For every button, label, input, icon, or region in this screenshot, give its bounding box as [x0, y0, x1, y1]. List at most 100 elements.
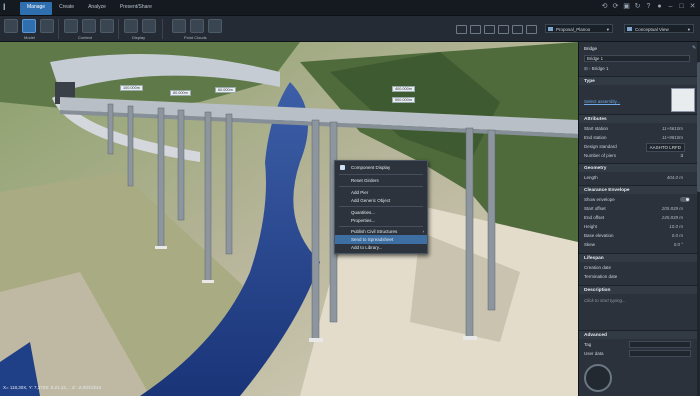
station-label: 400.000m	[392, 86, 415, 92]
attr-row-end-station: End station 11+9810m	[579, 133, 697, 142]
model-group-label: Model	[24, 35, 35, 40]
select-assembly-link-text[interactable]: Select assembly...	[584, 99, 620, 104]
tag-input[interactable]	[629, 341, 691, 348]
snapshot-icon[interactable]	[498, 25, 509, 34]
user-data-input[interactable]	[629, 350, 691, 357]
attr-row-start-station: Start station 11+5610m	[579, 124, 697, 133]
lifespan-row-termination-date: Termination date	[579, 272, 697, 281]
attr-value[interactable]: 205.839 m	[662, 204, 683, 213]
station-label: 500.000m	[392, 97, 415, 103]
point-cloud-settings-icon[interactable]	[190, 19, 204, 33]
number-of-piers-value[interactable]: 3	[680, 151, 683, 160]
minimize-icon[interactable]: –	[667, 3, 674, 10]
section-advanced-header[interactable]: Advanced	[579, 330, 697, 339]
attr-label: Tag	[584, 342, 592, 347]
model-select-icon[interactable]	[22, 19, 36, 33]
menu-item-add-to-library[interactable]: Add to Library...	[335, 243, 427, 252]
chevron-down-icon: ▾	[606, 27, 609, 32]
section-clearance-header[interactable]: Clearance Envelope	[579, 185, 697, 194]
save-icon[interactable]: ▣	[623, 3, 630, 10]
point-cloud-clip-icon[interactable]	[208, 19, 222, 33]
user-icon[interactable]: ●	[656, 3, 663, 10]
navigation-compass-icon[interactable]	[584, 364, 612, 392]
station-label: 60.000m	[215, 87, 236, 93]
advanced-row-user-data: User data	[579, 349, 697, 358]
menu-item-reset-girders[interactable]: Reset Girders	[335, 176, 427, 185]
checkbox-checked-icon	[340, 165, 345, 170]
proposal-icon	[548, 27, 553, 31]
attr-row-number-of-piers: Number of piers 3	[579, 151, 697, 160]
close-icon[interactable]: ✕	[689, 3, 696, 10]
measure-icon[interactable]	[456, 25, 467, 34]
station-label: 80.000m	[170, 90, 191, 96]
tab-present-share[interactable]: Present/Share	[113, 2, 159, 15]
attr-value[interactable]: 404.0 m	[667, 173, 683, 182]
content-add-icon[interactable]	[82, 19, 96, 33]
attr-label: Height	[584, 224, 598, 229]
breadcrumb: ⊞ › Bridge 1	[579, 64, 697, 73]
attr-value[interactable]: 0.0 m	[672, 231, 683, 240]
point-clouds-group-label: Point Clouds	[184, 35, 207, 40]
attr-value[interactable]: 11+9810m	[662, 133, 683, 142]
description-input[interactable]: Click to start typing...	[579, 296, 697, 305]
model-grid-icon[interactable]	[40, 19, 54, 33]
geometry-row-length: Length 404.0 m	[579, 173, 697, 182]
menu-item-label: Component Display	[351, 165, 391, 170]
tab-analyze[interactable]: Analyze	[81, 2, 113, 15]
3d-viewport[interactable]: 100.000m 80.000m 60.000m 400.000m 500.00…	[0, 42, 578, 396]
attr-value[interactable]: 10.0 m	[669, 222, 683, 231]
point-cloud-icon[interactable]	[172, 19, 186, 33]
attr-value[interactable]: 0.0 °	[674, 240, 683, 249]
display-layers-icon[interactable]	[124, 19, 138, 33]
main-tabs: Manage Create Analyze Present/Share	[20, 2, 159, 15]
window-controls: ⟲ ⟳ ▣ ↻ ? ● – □ ✕	[601, 3, 696, 10]
proposal-dropdown[interactable]: Proposal_Planoo ▾	[545, 24, 613, 33]
content-layers-icon[interactable]	[100, 19, 114, 33]
menu-item-label: Publish Civil Structures	[351, 229, 398, 234]
help-icon[interactable]: ?	[645, 3, 652, 10]
menu-item-label: Quantities...	[351, 210, 376, 215]
menu-item-add-generic-object[interactable]: Add Generic Object	[335, 196, 427, 205]
attr-label: Termination date	[584, 274, 618, 279]
menu-item-properties[interactable]: Properties...	[335, 216, 427, 225]
attr-label: User data	[584, 351, 604, 356]
properties-panel: Bridge ✎ Bridge 1 ⊞ › Bridge 1 Type Sele…	[578, 42, 700, 396]
view-style-icon	[627, 27, 632, 31]
display-terrain-icon[interactable]	[142, 19, 156, 33]
maximize-icon[interactable]: □	[678, 3, 685, 10]
section-attributes-header[interactable]: Attributes	[579, 114, 697, 123]
assembly-preview-icon[interactable]	[671, 88, 695, 112]
section-type-header[interactable]: Type	[579, 76, 697, 85]
toolbar-divider	[58, 19, 59, 39]
content-group-label: Content	[78, 35, 93, 40]
toolbar-divider	[162, 19, 163, 39]
view-style-value: Conceptual View	[635, 27, 669, 32]
section-description-header[interactable]: Description	[579, 285, 697, 294]
ruler-icon[interactable]	[484, 25, 495, 34]
tab-create[interactable]: Create	[52, 2, 81, 15]
sun-icon[interactable]	[512, 25, 523, 34]
attr-value[interactable]: 245.839 m	[662, 213, 683, 222]
show-envelope-toggle[interactable]	[680, 197, 690, 202]
section-geometry-header[interactable]: Geometry	[579, 163, 697, 172]
content-folder-icon[interactable]	[64, 19, 78, 33]
sync-icon[interactable]: ↻	[634, 3, 641, 10]
ribbon-toolbar: Model Content Display Point Clouds Propo…	[0, 16, 700, 42]
tab-manage[interactable]: Manage	[20, 2, 53, 15]
attr-value[interactable]: 11+5610m	[662, 124, 683, 133]
clock-icon[interactable]	[526, 25, 537, 34]
bridge-name-field[interactable]: Bridge 1	[584, 55, 690, 62]
menu-item-label: Add Pier	[351, 190, 369, 195]
view-style-dropdown[interactable]: Conceptual View ▾	[624, 24, 694, 33]
attr-label: End station	[584, 135, 607, 140]
undo-icon[interactable]: ⟲	[601, 3, 608, 10]
section-lifespan-header[interactable]: Lifespan	[579, 253, 697, 262]
context-menu: Component Display Reset Girders Add Pier…	[334, 160, 428, 254]
attr-label: Base elevation	[584, 233, 614, 238]
redo-icon[interactable]: ⟳	[612, 3, 619, 10]
breadcrumb-item[interactable]: Bridge 1	[592, 66, 609, 71]
menu-item-component-display[interactable]: Component Display	[335, 163, 427, 172]
model-tool-icon[interactable]	[4, 19, 18, 33]
section-icon[interactable]	[470, 25, 481, 34]
clearance-row-show-envelope: Show envelope	[579, 195, 697, 204]
